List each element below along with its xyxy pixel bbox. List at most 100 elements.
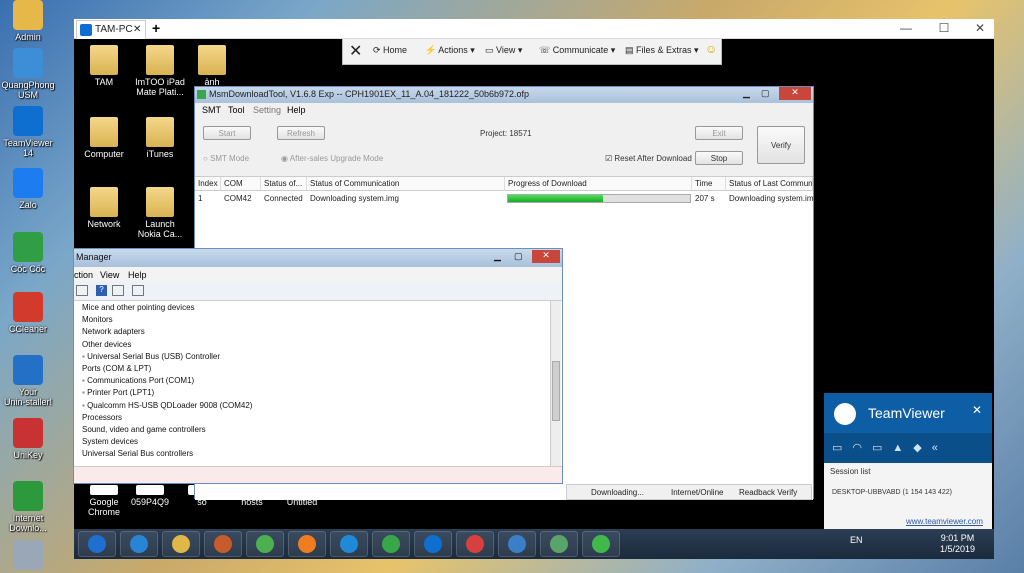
device-tree-item[interactable]: ▪ Qualcomm HS-USB QDLoader 9008 (COM42)	[82, 401, 252, 410]
smt-mode-radio[interactable]: ○ SMT Mode	[203, 154, 249, 163]
device-tree-item[interactable]: Network adapters	[82, 327, 145, 336]
desktop-icon[interactable]: Zalo	[0, 168, 56, 210]
file-icon	[146, 187, 174, 217]
menu-setting[interactable]: Setting	[253, 105, 281, 115]
taskbar-app-button[interactable]	[204, 531, 242, 557]
app-icon	[13, 106, 43, 136]
tv-action-icons[interactable]: ▭◠▭▲◆«	[824, 433, 992, 463]
device-tree-item[interactable]: System devices	[82, 437, 138, 446]
clock[interactable]: 9:01 PM 1/5/2019	[940, 533, 975, 555]
taskbar-app-button[interactable]	[162, 531, 200, 557]
maximize-button[interactable]: ☐	[932, 21, 956, 35]
remote-desktop-icon[interactable]: TAM	[74, 45, 134, 87]
dm-scrollbar[interactable]	[550, 301, 561, 466]
taskbar-app-button[interactable]	[414, 531, 452, 557]
reset-after-download-checkbox[interactable]: ☑ Reset After Download	[605, 154, 692, 163]
stop-button[interactable]: Stop	[695, 151, 743, 165]
menu-help[interactable]: Help	[128, 270, 147, 280]
taskbar-app-button[interactable]	[582, 531, 620, 557]
tv-panel-close[interactable]: ✕	[972, 403, 982, 417]
close-window-button[interactable]: ✕	[968, 21, 992, 35]
device-tree-item[interactable]: Other devices	[82, 340, 131, 349]
app-icon	[13, 232, 43, 262]
actions-menu[interactable]: ⚡ Actions ▾	[425, 45, 475, 56]
col-status: Status of...	[261, 177, 307, 191]
remote-desktop-icon[interactable]: 059P4Q9	[120, 485, 180, 507]
view-menu[interactable]: ▭ View ▾	[485, 45, 522, 56]
view-icon[interactable]	[112, 285, 124, 296]
dm-maximize[interactable]: ▢	[514, 251, 523, 262]
remote-desktop-icon[interactable]: ảnh	[182, 45, 242, 87]
menu-view[interactable]: View	[100, 270, 119, 280]
menu-action[interactable]: ction	[74, 270, 93, 280]
desktop-icon[interactable]: Your Unin-staller!	[0, 355, 56, 407]
remote-desktop-icon[interactable]: Computer	[74, 117, 134, 159]
session-entry[interactable]: DESKTOP-UBBVABD (1 154 143 422)	[832, 489, 952, 496]
taskbar-app-button[interactable]	[456, 531, 494, 557]
menu-help[interactable]: Help	[287, 105, 306, 115]
verify-button[interactable]: Verify	[757, 126, 805, 164]
device-label: System devices	[82, 437, 139, 447]
msm-minimize[interactable]: ▁	[743, 88, 750, 99]
remote-desktop-icon[interactable]: iTunes	[130, 117, 190, 159]
menu-tool[interactable]: Tool	[228, 105, 245, 115]
teamviewer-link[interactable]: www.teamviewer.com	[906, 517, 983, 526]
dm-close[interactable]: ✕	[532, 250, 560, 263]
new-tab-button[interactable]: +	[152, 20, 160, 36]
scan-hardware-icon[interactable]	[132, 285, 144, 296]
taskbar-app-button[interactable]	[330, 531, 368, 557]
desktop-icon[interactable]: UniKey	[0, 418, 56, 460]
tab-close-icon[interactable]: ✕	[133, 24, 141, 35]
taskbar-app-button[interactable]	[246, 531, 284, 557]
remote-desktop-icon[interactable]: ImTOO iPad Mate Plati...	[130, 45, 190, 97]
menu-smt[interactable]: SMT	[202, 105, 221, 115]
status-downloading: Downloading...	[591, 488, 644, 497]
device-tree-item[interactable]: Sound, video and game controllers	[82, 425, 206, 434]
desktop-icon[interactable]: QuangPhong USM	[0, 48, 56, 100]
remote-desktop-icon[interactable]: Launch Nokia Ca...	[130, 187, 190, 239]
device-tree-item[interactable]: Monitors	[82, 315, 113, 324]
refresh-button[interactable]: Refresh	[277, 126, 325, 140]
aftersales-radio[interactable]: ◉ After-sales Upgrade Mode	[281, 154, 383, 163]
toolbar-close-icon[interactable]: ✕	[349, 41, 362, 61]
properties-icon[interactable]	[76, 285, 88, 296]
device-tree-item[interactable]: ▪ Universal Serial Bus (USB) Controller	[82, 352, 220, 361]
taskbar-app-button[interactable]	[288, 531, 326, 557]
desktop-icon[interactable]: Admin	[0, 0, 56, 42]
app-icon	[13, 0, 43, 30]
msm-close[interactable]: ✕	[779, 87, 811, 100]
tray-language[interactable]: EN	[850, 535, 863, 545]
project-label: Project: 18571	[480, 129, 532, 138]
device-tree-item[interactable]: Universal Serial Bus controllers	[82, 449, 193, 458]
communicate-menu[interactable]: ☏ Communicate ▾	[539, 45, 615, 56]
col-time: Time	[692, 177, 726, 191]
msm-maximize[interactable]: ▢	[761, 88, 770, 99]
device-tree-item[interactable]: Mice and other pointing devices	[82, 303, 195, 312]
taskbar-app-button[interactable]	[372, 531, 410, 557]
home-button[interactable]: ⟳ Home	[373, 45, 407, 56]
desktop-icon[interactable]: Internet Downlo...	[0, 481, 56, 533]
scroll-thumb[interactable]	[552, 361, 560, 421]
taskbar-app-button[interactable]	[498, 531, 536, 557]
tab-tam-pc[interactable]: TAM-PC ✕	[76, 20, 146, 39]
files-extras-menu[interactable]: ▤ Files & Extras ▾	[625, 45, 699, 56]
taskbar-app-button[interactable]	[78, 531, 116, 557]
device-label: Sound, video and game controllers	[82, 425, 206, 434]
feedback-smiley-icon[interactable]: ☺	[705, 42, 717, 56]
desktop-icon[interactable]: CCleaner	[0, 292, 56, 334]
device-tree-item[interactable]: Ports (COM & LPT)	[82, 364, 151, 373]
desktop-icon[interactable]: TeamViewer 14	[0, 106, 56, 158]
taskbar-app-button[interactable]	[540, 531, 578, 557]
desktop-icon[interactable]: Cốc Cốc	[0, 232, 56, 274]
device-tree-item[interactable]: ▪ Printer Port (LPT1)	[82, 388, 154, 397]
help-icon[interactable]: ?	[96, 285, 107, 296]
device-tree-item[interactable]: Processors	[82, 413, 122, 422]
desktop-icon[interactable]	[0, 540, 56, 572]
remote-desktop-icon[interactable]: Network	[74, 187, 134, 229]
dm-minimize[interactable]: ▁	[494, 251, 501, 262]
start-button[interactable]: Start	[203, 126, 251, 140]
minimize-button[interactable]: —	[894, 21, 918, 35]
taskbar-app-button[interactable]	[120, 531, 158, 557]
exit-button[interactable]: Exit	[695, 126, 743, 140]
device-tree-item[interactable]: ▪ Communications Port (COM1)	[82, 376, 194, 385]
